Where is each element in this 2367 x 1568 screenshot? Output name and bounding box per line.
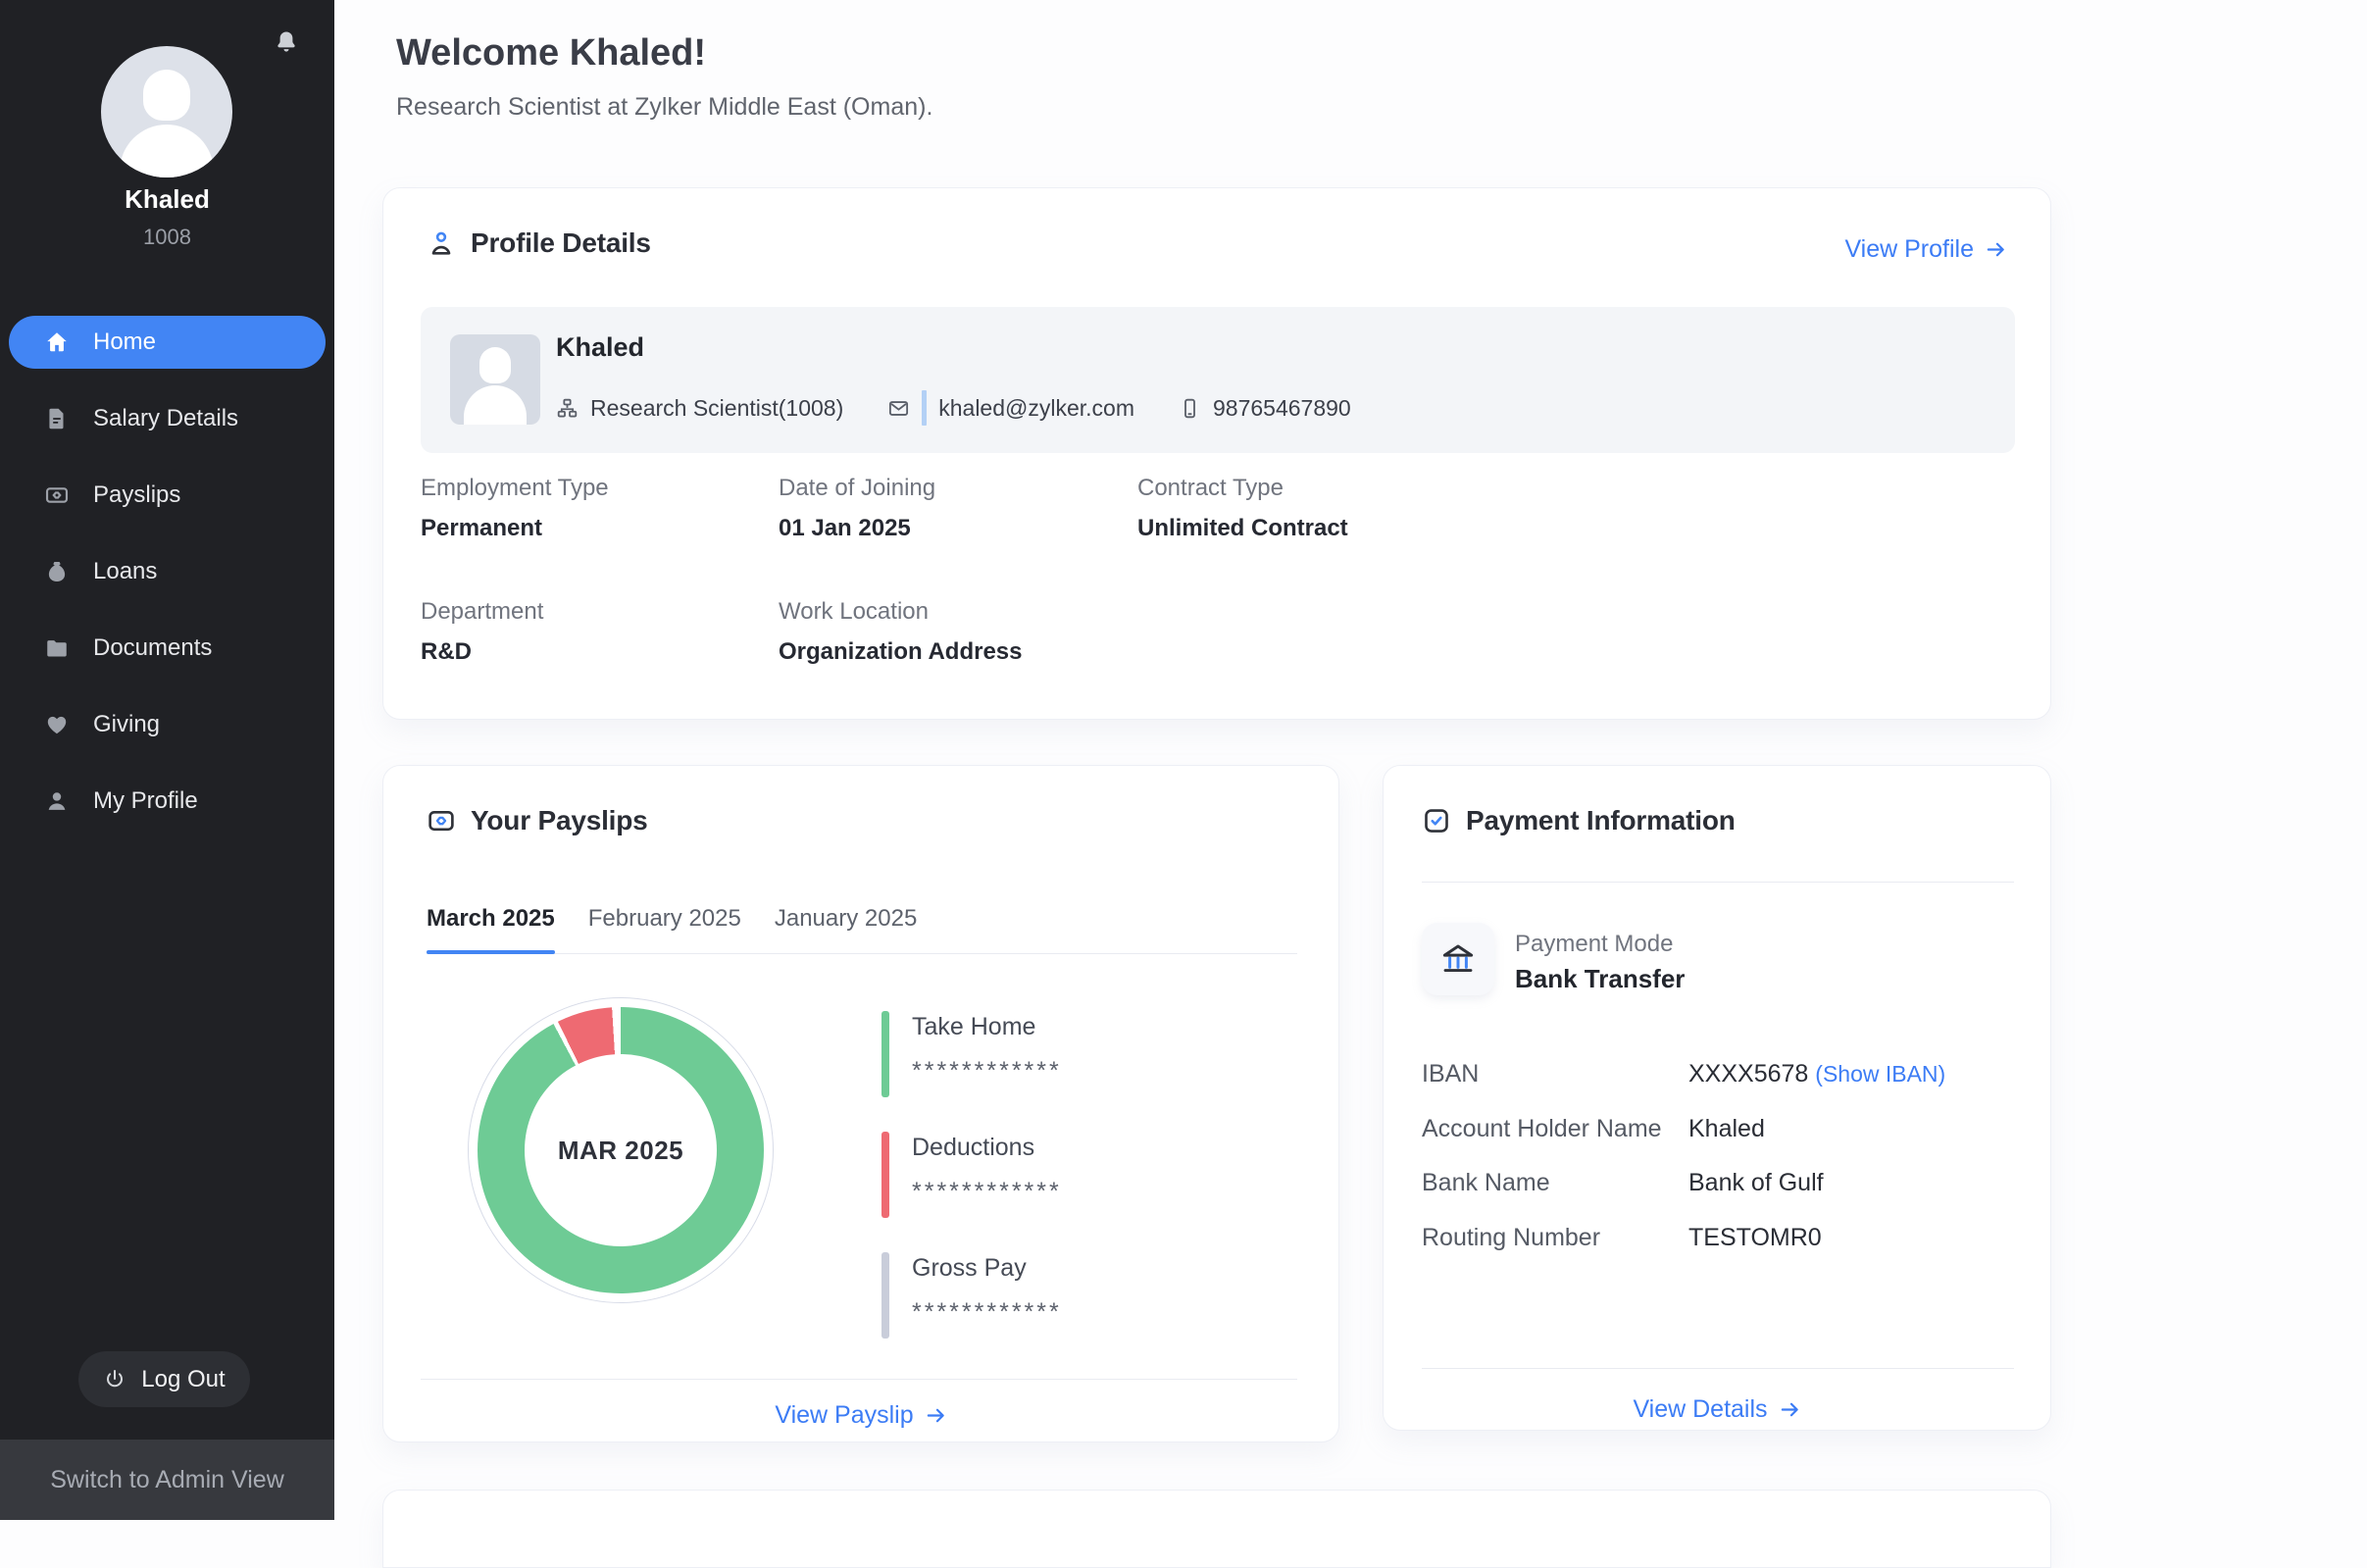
phone-text: 98765467890 xyxy=(1213,395,1351,422)
arrow-right-icon xyxy=(1779,1398,1801,1421)
donut-center-label: MAR 2025 xyxy=(558,1136,683,1166)
next-section-card-partial xyxy=(382,1490,2051,1568)
sidebar-item-salary-details[interactable]: Salary Details xyxy=(9,392,326,445)
payment-mode-label: Payment Mode xyxy=(1515,931,1673,958)
documents-icon xyxy=(44,635,70,661)
sidebar-employee-id: 1008 xyxy=(0,225,334,250)
sidebar-item-giving[interactable]: Giving xyxy=(9,698,326,751)
salary-details-icon xyxy=(44,406,70,431)
field-date-of-joining: Date of Joining 01 Jan 2025 xyxy=(779,475,935,542)
main-content: Welcome Khaled! Research Scientist at Zy… xyxy=(334,0,2367,1520)
logout-label: Log Out xyxy=(141,1366,225,1393)
legend-take-home: Take Home ************ xyxy=(881,1011,1062,1097)
profile-person-icon xyxy=(427,228,456,258)
logout-button[interactable]: Log Out xyxy=(78,1351,250,1407)
payslip-donut-chart: MAR 2025 xyxy=(478,1007,764,1293)
field-department: Department R&D xyxy=(421,598,543,666)
sidebar-item-my-profile[interactable]: My Profile xyxy=(9,775,326,828)
bank-building-icon xyxy=(1437,938,1479,980)
iban-value: XXXX5678 xyxy=(1688,1060,1808,1087)
home-icon xyxy=(44,329,70,355)
text-cursor xyxy=(922,390,927,426)
sidebar-item-payslips[interactable]: Payslips xyxy=(9,469,326,522)
loans-icon xyxy=(44,559,70,584)
take-home-color-bar xyxy=(881,1011,889,1097)
divider xyxy=(1422,1368,2014,1369)
divider xyxy=(1422,882,2014,883)
email-item: khaled@zylker.com xyxy=(887,390,1134,426)
tab-january-2025[interactable]: January 2025 xyxy=(775,905,917,953)
sidebar-item-loans[interactable]: Loans xyxy=(9,545,326,598)
sidebar-nav: Home Salary Details Payslips Loans xyxy=(9,316,326,851)
payment-checkbox-icon xyxy=(1422,806,1451,835)
sidebar-item-label: Loans xyxy=(93,558,157,585)
page-subtitle: Research Scientist at Zylker Middle East… xyxy=(396,93,932,122)
designation-text: Research Scientist(1008) xyxy=(590,395,843,422)
sidebar-item-documents[interactable]: Documents xyxy=(9,622,326,675)
phone-item: 98765467890 xyxy=(1179,395,1351,422)
page-title: Welcome Khaled! xyxy=(396,32,706,75)
view-details-link[interactable]: View Details xyxy=(1633,1395,1800,1424)
profile-details-card: Profile Details View Profile Khaled Rese… xyxy=(382,187,2051,720)
deductions-color-bar xyxy=(881,1132,889,1218)
field-contract-type: Contract Type Unlimited Contract xyxy=(1137,475,1348,542)
payment-mode-value: Bank Transfer xyxy=(1515,964,1685,994)
show-iban-link[interactable]: (Show IBAN) xyxy=(1815,1061,1945,1087)
payslip-banknote-icon xyxy=(427,806,456,835)
profile-name: Khaled xyxy=(556,332,644,363)
tab-march-2025[interactable]: March 2025 xyxy=(427,905,555,953)
gross-pay-color-bar xyxy=(881,1252,889,1339)
email-envelope-icon xyxy=(887,397,910,420)
sidebar-user-name: Khaled xyxy=(0,184,334,215)
sidebar-item-label: My Profile xyxy=(93,787,198,815)
sidebar-item-label: Payslips xyxy=(93,481,180,509)
arrow-right-icon xyxy=(925,1404,947,1427)
sidebar-item-label: Home xyxy=(93,329,156,356)
field-work-location: Work Location Organization Address xyxy=(779,598,1022,666)
sidebar-item-home[interactable]: Home xyxy=(9,316,326,369)
power-icon xyxy=(103,1368,126,1391)
sidebar: Khaled 1008 Home Salary Details Payslips xyxy=(0,0,334,1520)
my-profile-icon xyxy=(44,788,70,814)
profile-card-title: Profile Details xyxy=(471,228,651,259)
arrow-right-icon xyxy=(1985,238,2007,261)
switch-to-admin-view-button[interactable]: Switch to Admin View xyxy=(0,1440,334,1520)
view-payslip-link[interactable]: View Payslip xyxy=(775,1401,946,1430)
org-hierarchy-icon xyxy=(556,397,579,420)
profile-summary-panel: Khaled Research Scientist(1008) khaled@ xyxy=(421,307,2015,453)
sidebar-item-label: Documents xyxy=(93,634,212,662)
field-employment-type: Employment Type Permanent xyxy=(421,475,609,542)
bank-icon-tile xyxy=(1422,923,1494,995)
divider xyxy=(421,1379,1297,1380)
user-avatar xyxy=(101,46,232,177)
notifications-bell-icon[interactable] xyxy=(274,29,299,55)
giving-heart-icon xyxy=(44,712,70,737)
payslips-icon xyxy=(44,482,70,508)
view-profile-link[interactable]: View Profile xyxy=(1844,235,2007,264)
payment-information-card: Payment Information Payment Mode Bank Tr… xyxy=(1383,765,2051,1431)
sidebar-item-label: Salary Details xyxy=(93,405,238,432)
designation-item: Research Scientist(1008) xyxy=(556,395,843,422)
payment-card-title: Payment Information xyxy=(1466,805,1736,836)
email-text: khaled@zylker.com xyxy=(938,395,1134,422)
payslips-card: Your Payslips March 2025 February 2025 J… xyxy=(382,765,1339,1442)
legend-gross-pay: Gross Pay ************ xyxy=(881,1252,1062,1339)
sidebar-item-label: Giving xyxy=(93,711,160,738)
profile-avatar xyxy=(450,334,540,425)
legend-deductions: Deductions ************ xyxy=(881,1132,1062,1218)
app-window: Khaled 1008 Home Salary Details Payslips xyxy=(0,0,2367,1520)
payslips-card-title: Your Payslips xyxy=(471,805,648,836)
tab-february-2025[interactable]: February 2025 xyxy=(588,905,741,953)
mobile-phone-icon xyxy=(1179,397,1201,420)
payslip-month-tabs: March 2025 February 2025 January 2025 xyxy=(427,905,1297,954)
